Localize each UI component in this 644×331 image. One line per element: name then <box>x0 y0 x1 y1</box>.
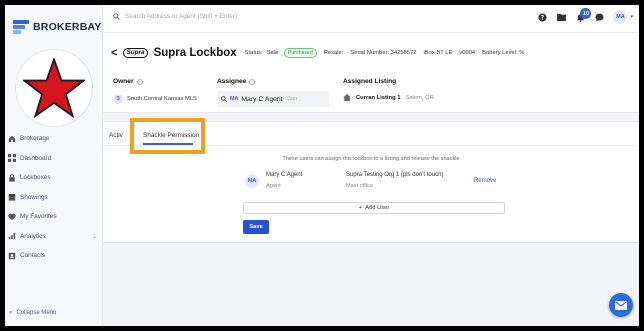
user-avatar: MA <box>245 174 259 188</box>
lockbox-title-row: < Supra Supra Lockbox Status: Sale: Purc… <box>111 47 524 59</box>
heart-icon <box>7 212 16 221</box>
sidebar-item-label: Dashboard <box>20 154 52 162</box>
save-button[interactable]: Save <box>243 220 269 234</box>
house-icon <box>343 94 351 101</box>
collapse-menu-label: Collapse Menu <box>16 310 57 316</box>
tab-bar: Activ Shackle Permission <box>103 118 639 154</box>
page-title: Supra Lockbox <box>153 47 237 59</box>
owner-value: S South Central Kansas MLS <box>113 94 197 104</box>
search-input[interactable]: Search Address or Agent (Shift + Enter) <box>113 13 237 20</box>
search-icon <box>113 13 120 20</box>
brand-name: BROKERBAY <box>33 21 102 33</box>
search-placeholder: Search Address or Agent (Shift + Enter) <box>125 13 238 20</box>
sidebar-item-lockboxes[interactable]: Lockboxes <box>5 168 103 188</box>
assignee-label: Assignee i <box>217 78 256 85</box>
app-window: BROKERBAY Brokerage Dashboard Lockboxes … <box>5 5 639 326</box>
lockbox-model: iBox BT LE <box>423 50 453 56</box>
remove-user-button[interactable]: Remove <box>474 178 496 184</box>
envelope-icon <box>615 300 627 310</box>
top-bar-actions: ? 10 MA ▾ <box>537 8 633 24</box>
sidebar-nav: Brokerage Dashboard Lockboxes Showings M… <box>5 129 103 266</box>
lockbox-header: < Supra Supra Lockbox Status: Sale: Purc… <box>103 33 639 113</box>
lock-icon <box>7 173 16 182</box>
resale-label: Resale: <box>323 50 344 56</box>
user-menu-caret-icon[interactable]: ▾ <box>630 14 633 20</box>
tab-activity[interactable]: Activ <box>109 132 123 139</box>
assignee-type-tag: User <box>285 96 298 102</box>
red-star-icon <box>23 58 85 118</box>
sidebar: BROKERBAY Brokerage Dashboard Lockboxes … <box>5 5 103 326</box>
supra-logo: Supra <box>123 48 148 58</box>
double-chevron-left-icon: « <box>9 310 13 316</box>
chat-support-button[interactable] <box>609 293 633 317</box>
brokerbay-logo[interactable]: BROKERBAY <box>13 17 102 37</box>
user-menu-avatar[interactable]: MA <box>613 10 628 24</box>
grid-icon <box>7 154 16 163</box>
sidebar-item-favorites[interactable]: My Favorites <box>5 207 103 227</box>
status-label: Status: <box>244 50 263 56</box>
highlight-box <box>130 118 205 154</box>
user-role: Agent <box>266 183 281 189</box>
add-user-label: Add User <box>365 205 390 211</box>
home-icon <box>7 134 16 143</box>
top-bar: Search Address or Agent (Shift + Enter) … <box>103 5 639 33</box>
sale-status-badge: Purchased <box>283 48 317 58</box>
battery-level: Battery Level: % <box>482 50 525 56</box>
sidebar-item-contacts[interactable]: Contacts <box>5 246 103 266</box>
assigned-listing-label: Assigned Listing <box>343 78 397 85</box>
info-icon[interactable]: i <box>136 78 143 85</box>
chart-icon <box>7 232 16 241</box>
sidebar-item-label: Brokerage <box>20 135 50 143</box>
sidebar-item-dashboard[interactable]: Dashboard <box>5 149 103 169</box>
brokerbay-logo-icon <box>13 20 29 34</box>
sidebar-item-showings[interactable]: Showings <box>5 188 103 208</box>
sidebar-item-label: My Favorites <box>20 213 57 221</box>
listing-location: Salem, OR <box>405 94 434 101</box>
firmware-version: v0904 <box>459 50 476 56</box>
help-icon[interactable]: ? <box>537 12 547 22</box>
assignee-search-field[interactable]: MA Mary C Agent User <box>217 91 329 107</box>
user-organization: Supra Testing Org 1 (pls don't touch) <box>346 172 444 178</box>
chat-bubble-icon[interactable] <box>594 12 604 22</box>
user-office: Main office <box>346 183 373 189</box>
owner-name: South Central Kansas MLS <box>127 96 197 102</box>
chevron-down-icon[interactable]: ⌄ <box>92 233 97 240</box>
office-logo <box>15 49 93 127</box>
contact-icon <box>7 251 16 260</box>
assignee-initials: MA <box>230 96 239 102</box>
sale-label: Sale: <box>266 50 280 56</box>
owner-label: Owner i <box>113 78 143 85</box>
table-row: MA Mary C Agent Agent Supra Testing Org … <box>245 170 505 194</box>
info-icon[interactable]: i <box>249 78 256 85</box>
notification-bell-icon[interactable]: 10 <box>575 8 592 22</box>
back-chevron-icon[interactable]: < <box>111 47 117 59</box>
add-user-button[interactable]: + Add User <box>243 202 505 214</box>
sidebar-item-label: Showings <box>20 193 48 201</box>
collapse-menu-button[interactable]: « Collapse Menu <box>9 310 56 316</box>
sidebar-item-label: Lockboxes <box>20 174 51 182</box>
sidebar-item-label: Analytics <box>20 232 46 240</box>
notification-count-badge: 10 <box>580 8 592 19</box>
sidebar-item-label: Contacts <box>20 252 46 260</box>
search-icon <box>221 96 227 102</box>
owner-avatar: S <box>113 94 123 104</box>
sidebar-item-brokerage[interactable]: Brokerage <box>5 129 103 149</box>
plus-icon: + <box>358 205 363 211</box>
calendar-icon <box>7 193 16 202</box>
permissions-description: These users can assign this lockbox to a… <box>282 156 460 162</box>
serial-number: Serial Number: 34258572 <box>350 50 417 56</box>
assigned-listing-value[interactable]: Curran Listing 1 Salem, OR <box>343 94 434 101</box>
permissions-card: Activ Shackle Permission These users can… <box>103 118 639 243</box>
sidebar-item-analytics[interactable]: Analytics ⌄ <box>5 227 103 247</box>
user-name: Mary C Agent <box>266 172 303 178</box>
assignee-name: Mary C Agent <box>241 95 283 103</box>
listing-name: Curran Listing 1 <box>356 94 401 101</box>
folder-icon[interactable] <box>556 12 566 22</box>
